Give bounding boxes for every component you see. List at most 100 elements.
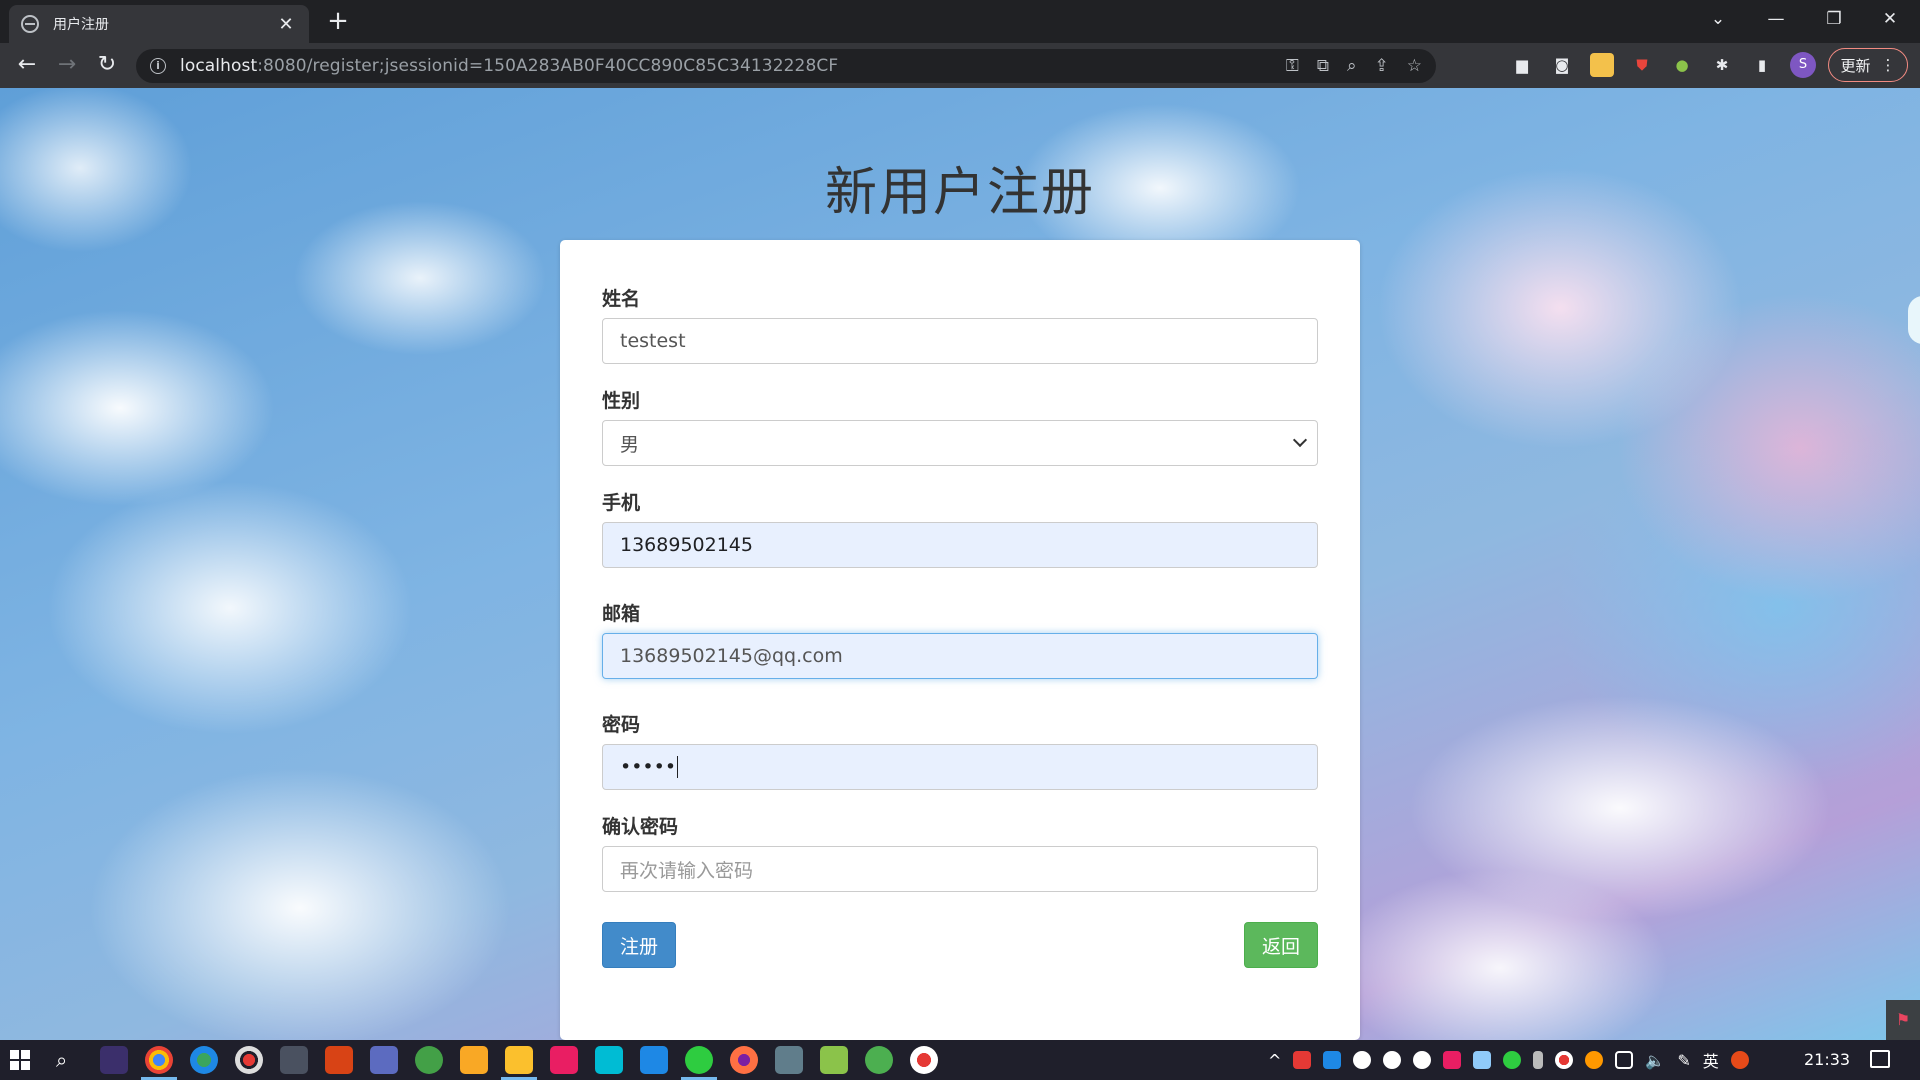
search-icon[interactable]: ⌕ — [56, 1048, 67, 1072]
bookmark-star-icon[interactable]: ☆ — [1407, 56, 1422, 76]
tray-expand-icon[interactable]: ^ — [1268, 1051, 1281, 1070]
sync-app-icon[interactable] — [415, 1046, 443, 1074]
ime-indicator[interactable]: 英 — [1703, 1048, 1719, 1072]
extension-camera-icon[interactable]: ◙ — [1550, 53, 1574, 77]
confirm-password-input[interactable]: 再次请输入密码 — [602, 846, 1318, 892]
email-value: 13689502145@qq.com — [620, 645, 843, 667]
side-widget[interactable] — [1908, 296, 1920, 344]
extension-chat-icon[interactable]: ▆ — [1510, 53, 1534, 77]
info-icon[interactable]: i — [150, 58, 166, 74]
settings-app-icon[interactable] — [775, 1046, 803, 1074]
confirm-password-placeholder: 再次请输入密码 — [620, 859, 754, 882]
update-button[interactable]: 更新 ⋮ — [1828, 48, 1908, 82]
zoom-icon[interactable]: ⌕ — [1347, 56, 1357, 76]
gender-value: 男 — [620, 433, 640, 456]
tray-search-icon[interactable] — [1585, 1051, 1604, 1069]
extensions-puzzle-icon[interactable]: ✱ — [1710, 53, 1734, 77]
explorer-app-icon[interactable] — [501, 1046, 537, 1080]
gender-label: 性别 — [602, 390, 641, 412]
password-label: 密码 — [602, 714, 641, 736]
tab-search-icon[interactable]: ⌄ — [1690, 0, 1746, 38]
side-panel-icon[interactable]: ▮ — [1750, 53, 1774, 77]
tray-qq-icon-3[interactable] — [1413, 1051, 1432, 1069]
files-app-icon[interactable] — [460, 1046, 488, 1074]
page-title: 新用户注册 — [824, 163, 1095, 223]
notification-icon[interactable] — [1870, 1050, 1890, 1068]
tab-strip: 用户注册 ✕ + ⌄ — ❐ ✕ — [0, 0, 1920, 43]
tray-sogou-icon[interactable] — [1730, 1051, 1749, 1069]
tray-volume-icon[interactable]: 🔈 — [1645, 1051, 1665, 1070]
notes-app-icon[interactable] — [820, 1046, 848, 1074]
text-caret — [677, 756, 679, 778]
close-window-button[interactable]: ✕ — [1862, 0, 1918, 38]
back-link-button[interactable]: 返回 — [1244, 922, 1318, 968]
blue-app-icon[interactable] — [640, 1046, 668, 1074]
chat-app-icon[interactable] — [865, 1046, 893, 1074]
tray-mic-icon[interactable] — [1533, 1051, 1544, 1069]
globe-icon — [21, 15, 39, 33]
close-tab-icon[interactable]: ✕ — [275, 14, 297, 35]
chrome-app-icon[interactable] — [141, 1046, 177, 1080]
key-icon[interactable]: ⚿ — [1286, 56, 1299, 76]
extension-leaf-icon[interactable]: ● — [1670, 53, 1694, 77]
register-button[interactable]: 注册 — [602, 922, 676, 968]
back-button[interactable]: ← — [12, 50, 42, 80]
more-menu-icon[interactable]: ⋮ — [1881, 56, 1896, 74]
phone-input[interactable]: 13689502145 — [602, 522, 1318, 568]
extension-shield-icon[interactable]: ⛊ — [1630, 53, 1654, 77]
tab-title: 用户注册 — [53, 17, 109, 33]
update-label: 更新 — [1840, 56, 1871, 75]
new-tab-button[interactable]: + — [324, 6, 352, 36]
browser-toolbar: ← → ↻ i localhost:8080/register;jsession… — [0, 43, 1920, 88]
tray-monitor-icon[interactable] — [1615, 1051, 1634, 1069]
password-input[interactable]: ••••• — [602, 744, 1318, 790]
browser-app-icon[interactable] — [190, 1046, 218, 1074]
open-external-icon[interactable]: ⧉ — [1317, 56, 1329, 76]
office-app-icon[interactable] — [325, 1046, 353, 1074]
tray-network-icon[interactable] — [1473, 1051, 1492, 1069]
tray-pen-icon[interactable]: ✎ — [1677, 1051, 1690, 1070]
tray-pink-icon[interactable] — [1443, 1051, 1462, 1069]
url-path: :8080/register;jsessionid=150A283AB0F40C… — [257, 56, 839, 76]
url-host: localhost — [180, 56, 258, 76]
url-text[interactable]: localhost:8080/register;jsessionid=150A2… — [180, 56, 838, 76]
extension-image-icon[interactable] — [1590, 53, 1614, 77]
password-value: ••••• — [620, 756, 677, 778]
browser-tab[interactable]: 用户注册 ✕ — [9, 5, 309, 43]
share-icon[interactable]: ⇪ — [1375, 56, 1389, 76]
tray-app-icon[interactable] — [1323, 1051, 1342, 1069]
confirm-password-label: 确认密码 — [602, 816, 679, 838]
name-input[interactable]: testest — [602, 318, 1318, 364]
gender-select[interactable]: 男 — [602, 420, 1318, 466]
recorder-app-icon[interactable] — [235, 1046, 263, 1074]
tray-cloud-icon[interactable] — [1293, 1051, 1312, 1069]
wechat-app-icon[interactable] — [681, 1046, 717, 1080]
firefox-app-icon[interactable] — [730, 1046, 758, 1074]
name-label: 姓名 — [602, 288, 641, 310]
cyan-app-icon[interactable] — [595, 1046, 623, 1074]
phone-label: 手机 — [602, 492, 641, 514]
address-bar[interactable]: i localhost:8080/register;jsessionid=150… — [136, 49, 1436, 83]
clock[interactable]: 21:33 — [1804, 1050, 1850, 1069]
image-app-icon[interactable] — [280, 1046, 308, 1074]
windows-taskbar: ⌕ ^ 🔈 ✎ 英 21:33 — [0, 1040, 1920, 1080]
minimize-button[interactable]: — — [1748, 0, 1804, 38]
reload-button[interactable]: ↻ — [92, 50, 122, 80]
tray-qq-icon-2[interactable] — [1383, 1051, 1402, 1069]
windows-start-icon[interactable] — [10, 1050, 30, 1070]
tray-wechat-icon[interactable] — [1503, 1051, 1522, 1069]
record-app-icon[interactable] — [910, 1046, 938, 1074]
pink-app-icon[interactable] — [550, 1046, 578, 1074]
profile-avatar[interactable]: S — [1790, 52, 1816, 78]
tray-qq-icon[interactable] — [1353, 1051, 1372, 1069]
chevron-down-icon — [1292, 432, 1308, 448]
tray-record-icon[interactable] — [1555, 1051, 1574, 1069]
forward-button[interactable]: → — [52, 50, 82, 80]
restore-button[interactable]: ❐ — [1806, 0, 1862, 38]
email-input[interactable]: 13689502145@qq.com — [602, 633, 1318, 679]
name-value: testest — [620, 330, 686, 352]
flag-icon[interactable]: ⚑ — [1886, 1000, 1920, 1040]
ide-app-icon[interactable] — [100, 1046, 128, 1074]
phone-value: 13689502145 — [620, 534, 753, 556]
tool-app-icon[interactable] — [370, 1046, 398, 1074]
